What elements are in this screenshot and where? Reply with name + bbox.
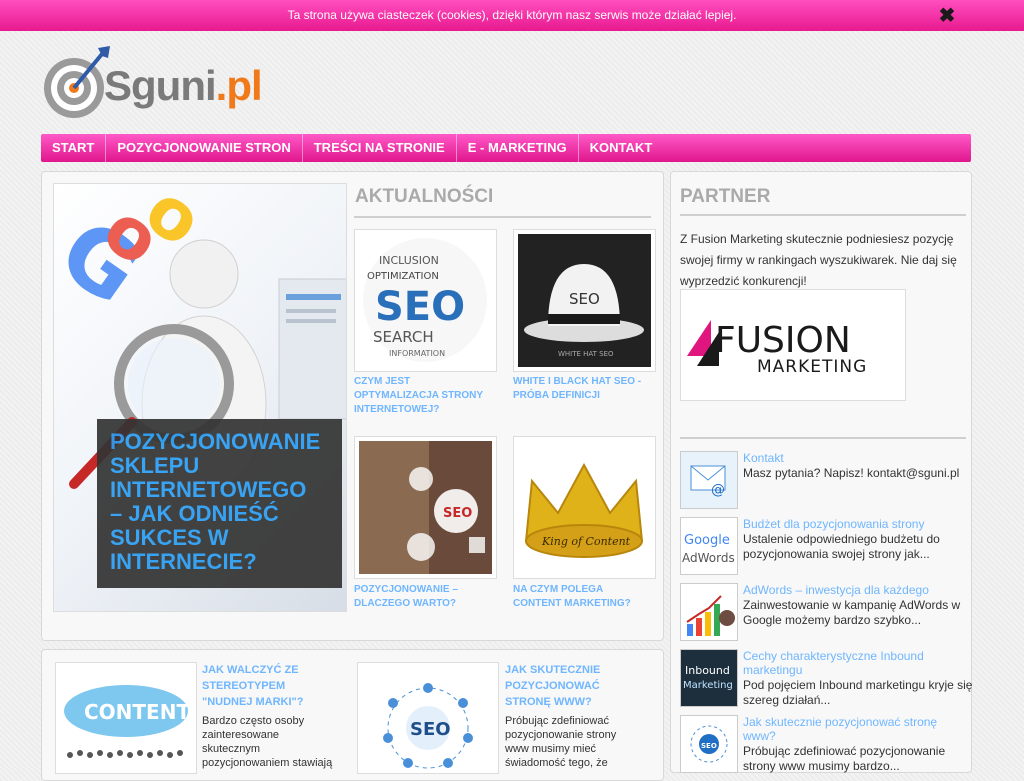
news-divider [354,216,651,218]
sidebar-title-adwords[interactable]: AdWords – inwestycja dla każdego [743,583,929,597]
news-link-white-black-hat[interactable]: WHITE I BLACK HAT SEO - PRÓBA DEFINICJI [513,375,641,403]
logo[interactable]: Sguni.pl [40,44,285,124]
sidebar-title-budzet[interactable]: Budżet dla pozycjonowania strony [743,517,924,531]
hero-slider[interactable]: G o o POZYCJONOWANIE SKLEPU INTERNETOWEG… [53,183,347,612]
sidebar-list-divider [680,437,966,439]
sidebar-desc-kontakt: Masz pytania? Napisz! kontakt@sguni.pl [743,466,960,480]
news-thumb-optymalizacja[interactable]: INCLUSION OPTIMIZATION SEO SEARCH INFORM… [354,229,497,372]
sidebar-desc-adwords: Zainwestowanie w kampanię AdWords w Goog… [743,598,961,627]
nav-item-kontakt[interactable]: KONTAKT [579,134,664,162]
adwords-label-text: AdWords [682,551,735,565]
partner-heading: PARTNER [680,186,771,207]
svg-text:INFORMATION: INFORMATION [389,349,445,358]
seo-word-cloud-icon: INCLUSION OPTIMIZATION SEO SEARCH INFORM… [363,238,487,362]
svg-text:@: @ [711,482,725,498]
inbound-text: Inbound [685,664,730,677]
nav-item-e-marketing[interactable]: E - MARKETING [457,134,579,162]
adwords-google-text: Google [684,533,730,548]
fusion-marketing-banner[interactable]: FUSION MARKETING [680,289,906,401]
white-hat-icon: SEO WHITE HAT SEO [518,234,651,367]
sidebar-item-adwords[interactable]: AdWords – inwestycja dla każdego Zainwes… [680,583,970,641]
news-link-pozycjonowanie[interactable]: POZYCJONOWANIE – DLACZEGO WARTO? [354,583,458,611]
cookie-text: Ta strona używa ciasteczek (cookies), dz… [287,8,737,22]
sidebar-desc-budzet: Ustalenie odpowiedniego budżetu do pozyc… [743,532,940,561]
sidebar-title-jak-pozycjonowac[interactable]: Jak skutecznie pozycjonować stronę www? [743,715,968,743]
seo-circle-text: SEO [410,719,451,740]
bottom-thumb-content[interactable]: CONTENT [55,662,197,774]
bottom-thumb-seo[interactable]: SEO [357,662,499,774]
nav-item-start[interactable]: START [41,134,107,162]
partner-divider [680,214,966,216]
seo-network-icon: SEO [680,715,738,773]
sidebar-desc-jak-pozycjonowac: Próbując zdefiniować pozycjonowanie stro… [743,744,946,773]
hero-caption: POZYCJONOWANIE SKLEPU INTERNETOWEGO – JA… [97,419,342,588]
news-heading: AKTUALNOŚCI [355,186,494,207]
logo-text: Sguni.pl [104,62,263,110]
content-cloud-icon: CONTENT [56,663,196,773]
sidebar-desc-inbound: Pod pojęciem Inbound marketingu kryje si… [743,678,973,707]
bottom-title-pozycjonowac[interactable]: JAK SKUTECZNIE POZYCJONOWAĆ STRONĘ WWW? [505,662,600,710]
nav-item-pozycjonowanie-stron[interactable]: POZYCJONOWANIE STRON [106,134,303,162]
fusion-logo-icon: FUSION MARKETING [687,320,867,377]
close-icon[interactable]: ✖ [936,5,958,27]
news-thumb-pozycjonowanie[interactable]: SEO [354,436,497,579]
contact-envelope-icon: @ [680,451,738,509]
fusion-marketing-text: MARKETING [757,357,867,377]
news-thumb-white-black-hat[interactable]: SEO WHITE HAT SEO [513,229,656,372]
seo-network-text: SEO [701,742,717,750]
hero-title[interactable]: POZYCJONOWANIE SKLEPU INTERNETOWEGO – JA… [110,430,346,574]
fusion-text: FUSION [715,320,851,361]
bottom-desc-pozycjonowac: Próbując zdefiniować pozycjonowanie stro… [505,715,617,769]
chess-seo-text: SEO [443,506,472,521]
seo-chess-icon: SEO [359,441,492,574]
cookie-bar: Ta strona używa ciasteczek (cookies), dz… [0,0,1024,31]
inbound-marketing-icon: Inbound Marketing [680,649,738,707]
nav-item-tresci-na-stronie[interactable]: TREŚCI NA STRONIE [303,134,457,162]
sidebar-item-budzet[interactable]: Google AdWords Budżet dla pozycjonowania… [680,517,970,575]
google-adwords-icon: Google AdWords [680,517,738,575]
bottom-title-nudna-marka[interactable]: JAK WALCZYĆ ZE STEREOTYPEM "NUDNEJ MARKI… [202,662,304,710]
sidebar-item-inbound[interactable]: Inbound Marketing Cechy charakterystyczn… [680,649,973,707]
content-cloud-text: CONTENT [84,700,190,724]
main-nav: START POZYCJONOWANIE STRON TREŚCI NA STR… [41,134,971,162]
seo-circle-icon: SEO [358,663,498,773]
logo-tld: .pl [215,62,263,109]
svg-text:OPTIMIZATION: OPTIMIZATION [367,271,439,282]
svg-text:SEARCH: SEARCH [373,328,434,346]
svg-text:INCLUSION: INCLUSION [379,254,439,267]
sidebar-title-inbound[interactable]: Cechy charakterystyczne Inbound marketin… [743,649,968,677]
hat-caption: WHITE HAT SEO [558,350,614,358]
growth-chart-icon [680,583,738,641]
seo-cloud-text: SEO [375,284,465,330]
inbound-marketing-text: Marketing [683,680,733,691]
sidebar-item-kontakt[interactable]: @ Kontakt Masz pytania? Napisz! kontakt@… [680,451,970,509]
hat-seo-text: SEO [569,290,600,308]
news-link-content-marketing[interactable]: NA CZYM POLEGA CONTENT MARKETING? [513,583,631,611]
crown-text: King of Content [541,535,631,548]
crown-icon: King of Content [518,441,651,574]
news-thumb-content-marketing[interactable]: King of Content [513,436,656,579]
sidebar-item-jak-pozycjonowac[interactable]: SEO Jak skutecznie pozycjonować stronę w… [680,715,970,773]
bottom-desc-nudna-marka: Bardzo często osoby zainteresowane skute… [202,715,333,769]
news-link-optymalizacja[interactable]: CZYM JEST OPTYMALIZACJA STRONY INTERNETO… [354,375,483,417]
sidebar-title-kontakt[interactable]: Kontakt [743,451,784,465]
logo-main: Sguni [104,62,217,109]
partner-text: Z Fusion Marketing skutecznie podniesies… [680,232,957,288]
